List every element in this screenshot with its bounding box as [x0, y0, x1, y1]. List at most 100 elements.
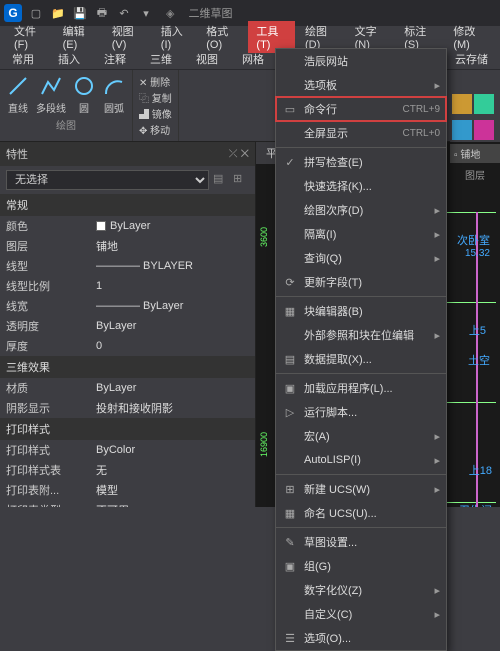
menu-item-浩辰网站[interactable]: 浩辰网站: [276, 49, 446, 73]
prop-section-header[interactable]: 打印样式: [0, 418, 255, 440]
redo-icon[interactable]: ▾: [138, 5, 154, 21]
new-icon[interactable]: ▢: [28, 5, 44, 21]
tab-cloud[interactable]: 云存储: [449, 49, 494, 69]
property-row[interactable]: 线型———— BYLAYER: [0, 256, 255, 276]
property-row[interactable]: 阴影显示投射和接收阴影: [0, 398, 255, 418]
menu-item-icon: ▦: [282, 303, 298, 319]
property-value[interactable]: 1: [96, 278, 249, 294]
layer-current[interactable]: ▫ 铺地: [450, 144, 500, 163]
mirror-button[interactable]: ▟ 镜像: [139, 106, 172, 121]
menu-item-草图设置[interactable]: ✎草图设置...: [276, 530, 446, 554]
property-label: 透明度: [6, 318, 96, 334]
menu-item-全屏显示[interactable]: 全屏显示CTRL+0: [276, 121, 446, 145]
menu-item-新建UCSW[interactable]: ⊞新建 UCS(W)▸: [276, 477, 446, 501]
property-value[interactable]: 投射和接收阴影: [96, 400, 249, 416]
quick-select-icon[interactable]: ▤: [213, 172, 229, 188]
menu-item-块编辑器B[interactable]: ▦块编辑器(B): [276, 299, 446, 323]
property-row[interactable]: 打印样式ByColor: [0, 440, 255, 460]
property-row[interactable]: 材质ByLayer: [0, 378, 255, 398]
menu-item-加载应用程序L[interactable]: ▣加载应用程序(L)...: [276, 376, 446, 400]
open-icon[interactable]: 📁: [50, 5, 66, 21]
property-label: 阴影显示: [6, 400, 96, 416]
property-row[interactable]: 打印表附...模型: [0, 480, 255, 500]
property-row[interactable]: 颜色ByLayer: [0, 216, 255, 236]
property-row[interactable]: 透明度ByLayer: [0, 316, 255, 336]
menu-item-命令行[interactable]: ▭命令行CTRL+9: [276, 97, 446, 121]
layer-tool-icon[interactable]: [452, 120, 472, 140]
ribbon-group-draw: 直线 多段线 圆 圆弧 绘图: [0, 70, 133, 141]
menu-item-数据提取X[interactable]: ▤数据提取(X)...: [276, 347, 446, 371]
tab-home[interactable]: 常用: [6, 49, 40, 69]
menu-item-绘图次序D[interactable]: 绘图次序(D)▸: [276, 198, 446, 222]
layer-tool-icon[interactable]: [452, 94, 472, 114]
tab-view[interactable]: 视图: [190, 49, 224, 69]
property-value[interactable]: 0: [96, 338, 249, 354]
menu-item-label: 选项(O)...: [304, 630, 440, 646]
property-value[interactable]: ByLayer: [96, 218, 249, 234]
tab-insert[interactable]: 插入: [52, 49, 86, 69]
menu-item-icon: ☰: [282, 630, 298, 646]
move-button[interactable]: ✥ 移动: [139, 122, 172, 137]
arc-button[interactable]: 圆弧: [102, 74, 126, 115]
close-icon[interactable]: ⤫ ✕: [229, 148, 249, 161]
undo-icon[interactable]: ↶: [116, 5, 132, 21]
menu-item-拼写检查E[interactable]: ✓拼写检查(E): [276, 150, 446, 174]
pickset-icon[interactable]: ⊞: [233, 172, 249, 188]
menu-item-更新字段T[interactable]: ⟳更新字段(T): [276, 270, 446, 294]
property-value[interactable]: ByLayer: [96, 380, 249, 396]
property-value[interactable]: ByColor: [96, 442, 249, 458]
menu-item-运行脚本[interactable]: ▷运行脚本...: [276, 400, 446, 424]
property-value[interactable]: ———— BYLAYER: [96, 258, 249, 274]
property-row[interactable]: 打印表类型不可用: [0, 500, 255, 507]
selection-dropdown[interactable]: 无选择: [6, 170, 209, 190]
property-row[interactable]: 图层铺地: [0, 236, 255, 256]
arc-icon: [102, 74, 126, 98]
property-row[interactable]: 厚度0: [0, 336, 255, 356]
properties-header: 特性 ⤫ ✕: [0, 142, 255, 166]
menu-separator: [276, 296, 446, 297]
menu-item-组G[interactable]: ▣组(G): [276, 554, 446, 578]
save-icon[interactable]: 💾: [72, 5, 88, 21]
prop-section-header[interactable]: 三维效果: [0, 356, 255, 378]
delete-button[interactable]: ✕ 删除: [139, 74, 172, 89]
menu-item-隔离I[interactable]: 隔离(I)▸: [276, 222, 446, 246]
app-logo[interactable]: G: [4, 4, 22, 22]
property-value[interactable]: ByLayer: [96, 318, 249, 334]
tab-mesh[interactable]: 网格: [236, 49, 270, 69]
tab-annotate[interactable]: 注释: [98, 49, 132, 69]
menu-item-icon: [282, 53, 298, 69]
property-value[interactable]: 不可用: [96, 502, 249, 507]
prop-section-header[interactable]: 常规: [0, 194, 255, 216]
menu-item-快速选择K[interactable]: 快速选择(K)...: [276, 174, 446, 198]
menu-item-宏A[interactable]: 宏(A)▸: [276, 424, 446, 448]
menu-item-AutoLISPI[interactable]: AutoLISP(I)▸: [276, 448, 446, 472]
circle-button[interactable]: 圆: [72, 74, 96, 115]
property-value[interactable]: 模型: [96, 482, 249, 498]
property-value[interactable]: 无: [96, 462, 249, 478]
circle-icon: [72, 74, 96, 98]
menu-item-数字化仪Z[interactable]: 数字化仪(Z)▸: [276, 578, 446, 602]
workspace-icon[interactable]: ◈: [166, 7, 174, 20]
property-value[interactable]: 铺地: [96, 238, 249, 254]
property-row[interactable]: 打印样式表无: [0, 460, 255, 480]
property-row[interactable]: 线型比例1: [0, 276, 255, 296]
polyline-button[interactable]: 多段线: [36, 74, 66, 115]
tab-3d[interactable]: 三维: [144, 49, 178, 69]
menu-item-选项板[interactable]: 选项板▸: [276, 73, 446, 97]
menu-item-自定义C[interactable]: 自定义(C)▸: [276, 602, 446, 626]
line-button[interactable]: 直线: [6, 74, 30, 115]
submenu-arrow-icon: ▸: [434, 430, 440, 443]
layer-tool-icon[interactable]: [474, 120, 494, 140]
property-label: 线型比例: [6, 278, 96, 294]
menu-item-选项O[interactable]: ☰ 选项(O)...: [276, 626, 446, 650]
property-value[interactable]: ———— ByLayer: [96, 298, 249, 314]
menu-item-命名UCSU[interactable]: ▦命名 UCS(U)...: [276, 501, 446, 525]
property-row[interactable]: 线宽———— ByLayer: [0, 296, 255, 316]
copy-button[interactable]: ⿻ 复制: [139, 90, 172, 105]
menu-item-label: 命令行: [304, 101, 396, 117]
menu-item-查询Q[interactable]: 查询(Q)▸: [276, 246, 446, 270]
menu-item-外部参照和块在位编辑[interactable]: 外部参照和块在位编辑▸: [276, 323, 446, 347]
menu-item-label: 隔离(I): [304, 226, 428, 242]
layer-tool-icon[interactable]: [474, 94, 494, 114]
print-icon[interactable]: 🖶: [94, 5, 110, 21]
